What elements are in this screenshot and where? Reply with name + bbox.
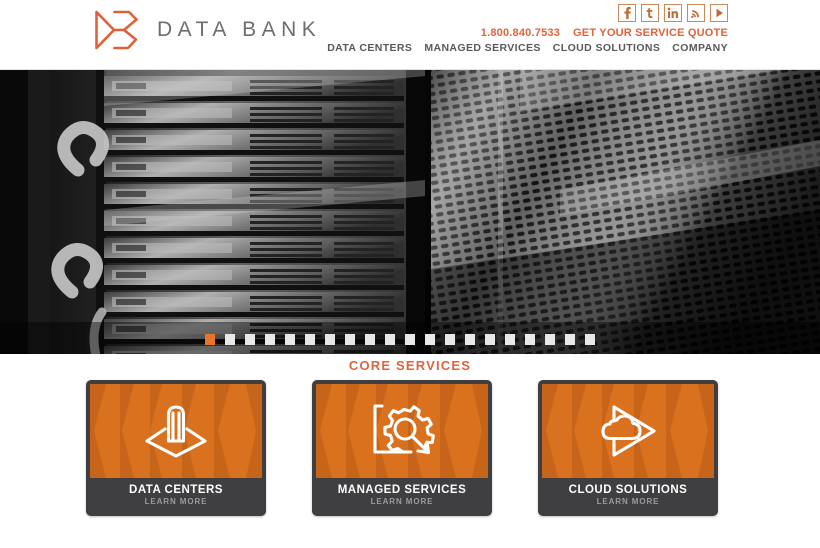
- hero-carousel[interactable]: [0, 70, 820, 354]
- social-links: [618, 4, 728, 22]
- card-artwork: [90, 384, 262, 478]
- site-header: DATA BANK 1.800.840.7533 GET YOUR SERVIC…: [0, 0, 820, 70]
- core-services-section: CORE SERVICES DATA CENTERS LEARN MORE MA…: [0, 354, 820, 548]
- nav-item-company[interactable]: COMPANY: [672, 42, 728, 54]
- carousel-dot[interactable]: [265, 334, 275, 345]
- service-card-data-centers[interactable]: DATA CENTERS LEARN MORE: [86, 380, 266, 516]
- logo-wordmark: DATA BANK: [157, 18, 322, 41]
- carousel-dot[interactable]: [325, 334, 335, 345]
- card-footer: DATA CENTERS LEARN MORE: [90, 478, 262, 512]
- carousel-dot[interactable]: [585, 334, 595, 345]
- databank-logo-icon: [95, 10, 138, 50]
- facebook-icon[interactable]: [618, 4, 636, 22]
- get-service-quote-link[interactable]: GET YOUR SERVICE QUOTE: [573, 27, 728, 39]
- nav-item-cloud-solutions[interactable]: CLOUD SOLUTIONS: [553, 42, 661, 54]
- main-navigation: DATA CENTERS MANAGED SERVICES CLOUD SOLU…: [327, 42, 728, 54]
- cloud-arrow-icon: [601, 405, 656, 457]
- carousel-dot[interactable]: [505, 334, 515, 345]
- linkedin-icon[interactable]: [664, 4, 682, 22]
- carousel-dot[interactable]: [225, 334, 235, 345]
- carousel-dot[interactable]: [565, 334, 575, 345]
- carousel-indicators[interactable]: [205, 334, 595, 345]
- card-title: DATA CENTERS: [129, 484, 223, 496]
- carousel-dot[interactable]: [285, 334, 295, 345]
- rss-icon[interactable]: [687, 4, 705, 22]
- carousel-dot[interactable]: [465, 334, 475, 345]
- carousel-dot[interactable]: [365, 334, 375, 345]
- card-title: CLOUD SOLUTIONS: [568, 484, 688, 496]
- nav-item-managed-services[interactable]: MANAGED SERVICES: [424, 42, 540, 54]
- card-artwork: [542, 384, 714, 478]
- card-artwork: [316, 384, 488, 478]
- service-card-managed-services[interactable]: MANAGED SERVICES LEARN MORE: [312, 380, 492, 516]
- card-learn-more[interactable]: LEARN MORE: [597, 497, 660, 506]
- carousel-dot[interactable]: [485, 334, 495, 345]
- carousel-dot[interactable]: [385, 334, 395, 345]
- carousel-dot[interactable]: [205, 334, 215, 345]
- gear-magnifier-icon: [373, 404, 435, 455]
- carousel-dot[interactable]: [405, 334, 415, 345]
- twitter-icon[interactable]: [641, 4, 659, 22]
- carousel-dot[interactable]: [305, 334, 315, 345]
- core-services-heading: CORE SERVICES: [348, 358, 472, 373]
- card-title: MANAGED SERVICES: [337, 484, 467, 496]
- card-footer: CLOUD SOLUTIONS LEARN MORE: [542, 478, 714, 512]
- service-card-cloud-solutions[interactable]: CLOUD SOLUTIONS LEARN MORE: [538, 380, 718, 516]
- carousel-dot[interactable]: [425, 334, 435, 345]
- contact-bar: 1.800.840.7533 GET YOUR SERVICE QUOTE: [481, 27, 728, 39]
- carousel-dot[interactable]: [445, 334, 455, 345]
- card-learn-more[interactable]: LEARN MORE: [371, 497, 434, 506]
- youtube-icon[interactable]: [710, 4, 728, 22]
- carousel-dot[interactable]: [545, 334, 555, 345]
- data-center-building-icon: [145, 405, 207, 458]
- carousel-dot[interactable]: [525, 334, 535, 345]
- hero-image: [0, 70, 820, 354]
- carousel-dot[interactable]: [345, 334, 355, 345]
- phone-number[interactable]: 1.800.840.7533: [481, 27, 560, 39]
- card-learn-more[interactable]: LEARN MORE: [145, 497, 208, 506]
- card-footer: MANAGED SERVICES LEARN MORE: [316, 478, 488, 512]
- nav-item-data-centers[interactable]: DATA CENTERS: [327, 42, 412, 54]
- service-card-list: DATA CENTERS LEARN MORE MANAGED SERVICES…: [86, 380, 718, 516]
- logo[interactable]: DATA BANK: [93, 8, 321, 52]
- carousel-dot[interactable]: [245, 334, 255, 345]
